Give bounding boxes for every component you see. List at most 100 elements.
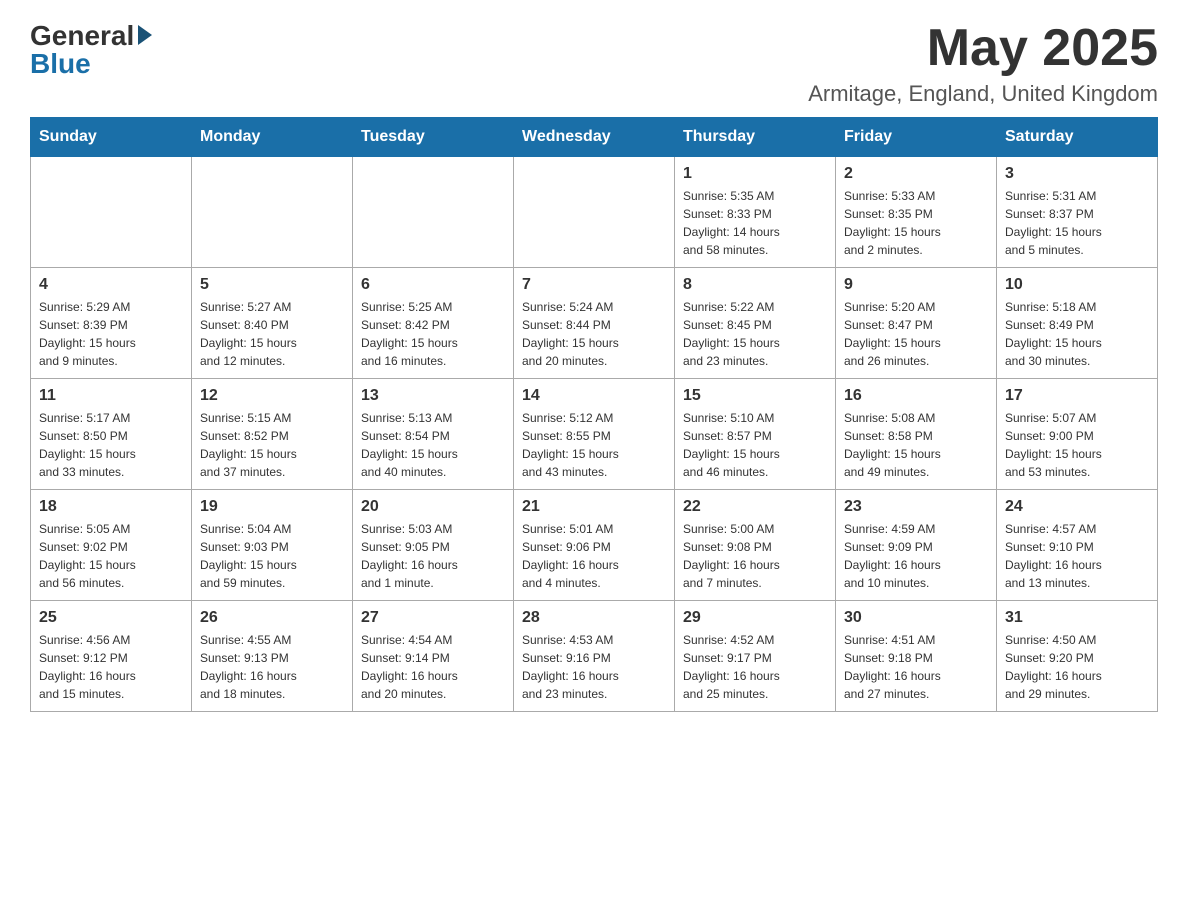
- weekday-header-wednesday: Wednesday: [514, 118, 675, 157]
- calendar-cell: 2Sunrise: 5:33 AM Sunset: 8:35 PM Daylig…: [836, 157, 997, 268]
- calendar-cell: 23 Sunrise: 4:59 AM Sunset: 9:09 PM Dayli…: [836, 490, 997, 601]
- day-info: Sunrise: 5:35 AM Sunset: 8:33 PM Dayligh…: [683, 187, 827, 259]
- day-info: Sunrise: 5:05 AM Sunset: 9:02 PM Dayligh…: [39, 520, 183, 592]
- calendar-cell: [514, 157, 675, 268]
- day-number: 29: [683, 609, 827, 627]
- day-info: Sunrise: 4:53 AM Sunset: 9:16 PM Dayligh…: [522, 631, 666, 703]
- day-number: 11: [39, 387, 183, 405]
- day-number: 9: [844, 276, 988, 294]
- day-info: Sunrise: 5:22 AM Sunset: 8:45 PM Dayligh…: [683, 298, 827, 370]
- day-info: Sunrise: 5:00 AM Sunset: 9:08 PM Dayligh…: [683, 520, 827, 592]
- calendar-cell: 8 Sunrise: 5:22 AM Sunset: 8:45 PM Daylig…: [675, 268, 836, 379]
- page-header: General Blue May 2025 Armitage, England,…: [30, 20, 1158, 107]
- day-info: Sunrise: 5:03 AM Sunset: 9:05 PM Dayligh…: [361, 520, 505, 592]
- day-info: Sunrise: 4:54 AM Sunset: 9:14 PM Dayligh…: [361, 631, 505, 703]
- day-number: 24: [1005, 498, 1149, 516]
- calendar-table: SundayMondayTuesdayWednesdayThursdayFrid…: [30, 117, 1158, 712]
- day-info: Sunrise: 4:50 AM Sunset: 9:20 PM Dayligh…: [1005, 631, 1149, 703]
- weekday-header-sunday: Sunday: [31, 118, 192, 157]
- calendar-cell: 5 Sunrise: 5:27 AM Sunset: 8:40 PM Daylig…: [192, 268, 353, 379]
- logo-blue-text: Blue: [30, 48, 91, 80]
- day-number: 25: [39, 609, 183, 627]
- day-number: 13: [361, 387, 505, 405]
- day-info: Sunrise: 5:29 AM Sunset: 8:39 PM Dayligh…: [39, 298, 183, 370]
- day-info: Sunrise: 4:57 AM Sunset: 9:10 PM Dayligh…: [1005, 520, 1149, 592]
- day-number: 26: [200, 609, 344, 627]
- day-info: Sunrise: 5:27 AM Sunset: 8:40 PM Dayligh…: [200, 298, 344, 370]
- calendar-cell: 14 Sunrise: 5:12 AM Sunset: 8:55 PM Dayli…: [514, 379, 675, 490]
- logo-arrow-icon: [138, 25, 152, 45]
- calendar-week-row: 11 Sunrise: 5:17 AM Sunset: 8:50 PM Dayli…: [31, 379, 1158, 490]
- day-info: Sunrise: 5:17 AM Sunset: 8:50 PM Dayligh…: [39, 409, 183, 481]
- day-info: Sunrise: 5:12 AM Sunset: 8:55 PM Dayligh…: [522, 409, 666, 481]
- calendar-cell: 16 Sunrise: 5:08 AM Sunset: 8:58 PM Dayli…: [836, 379, 997, 490]
- day-info: Sunrise: 4:59 AM Sunset: 9:09 PM Dayligh…: [844, 520, 988, 592]
- day-info: Sunrise: 5:24 AM Sunset: 8:44 PM Dayligh…: [522, 298, 666, 370]
- day-number: 27: [361, 609, 505, 627]
- day-info: Sunrise: 5:04 AM Sunset: 9:03 PM Dayligh…: [200, 520, 344, 592]
- day-info: Sunrise: 5:01 AM Sunset: 9:06 PM Dayligh…: [522, 520, 666, 592]
- day-number: 8: [683, 276, 827, 294]
- day-info: Sunrise: 4:56 AM Sunset: 9:12 PM Dayligh…: [39, 631, 183, 703]
- calendar-week-row: 18Sunrise: 5:05 AM Sunset: 9:02 PM Dayli…: [31, 490, 1158, 601]
- calendar-cell: 15 Sunrise: 5:10 AM Sunset: 8:57 PM Dayli…: [675, 379, 836, 490]
- day-number: 31: [1005, 609, 1149, 627]
- calendar-cell: 9 Sunrise: 5:20 AM Sunset: 8:47 PM Daylig…: [836, 268, 997, 379]
- calendar-cell: 17Sunrise: 5:07 AM Sunset: 9:00 PM Dayli…: [997, 379, 1158, 490]
- calendar-cell: 20Sunrise: 5:03 AM Sunset: 9:05 PM Dayli…: [353, 490, 514, 601]
- day-info: Sunrise: 5:15 AM Sunset: 8:52 PM Dayligh…: [200, 409, 344, 481]
- day-number: 6: [361, 276, 505, 294]
- day-number: 23: [844, 498, 988, 516]
- calendar-cell: 29Sunrise: 4:52 AM Sunset: 9:17 PM Dayli…: [675, 601, 836, 712]
- day-number: 21: [522, 498, 666, 516]
- calendar-cell: 3Sunrise: 5:31 AM Sunset: 8:37 PM Daylig…: [997, 157, 1158, 268]
- day-number: 5: [200, 276, 344, 294]
- day-number: 16: [844, 387, 988, 405]
- calendar-cell: [192, 157, 353, 268]
- weekday-header-saturday: Saturday: [997, 118, 1158, 157]
- day-info: Sunrise: 5:07 AM Sunset: 9:00 PM Dayligh…: [1005, 409, 1149, 481]
- day-info: Sunrise: 5:33 AM Sunset: 8:35 PM Dayligh…: [844, 187, 988, 259]
- day-info: Sunrise: 5:18 AM Sunset: 8:49 PM Dayligh…: [1005, 298, 1149, 370]
- calendar-cell: 10 Sunrise: 5:18 AM Sunset: 8:49 PM Dayli…: [997, 268, 1158, 379]
- calendar-cell: 25 Sunrise: 4:56 AM Sunset: 9:12 PM Dayli…: [31, 601, 192, 712]
- calendar-cell: 22 Sunrise: 5:00 AM Sunset: 9:08 PM Dayli…: [675, 490, 836, 601]
- day-info: Sunrise: 5:25 AM Sunset: 8:42 PM Dayligh…: [361, 298, 505, 370]
- weekday-header-tuesday: Tuesday: [353, 118, 514, 157]
- calendar-header-row: SundayMondayTuesdayWednesdayThursdayFrid…: [31, 118, 1158, 157]
- day-number: 30: [844, 609, 988, 627]
- calendar-cell: 30Sunrise: 4:51 AM Sunset: 9:18 PM Dayli…: [836, 601, 997, 712]
- day-number: 15: [683, 387, 827, 405]
- day-number: 14: [522, 387, 666, 405]
- calendar-cell: [31, 157, 192, 268]
- day-number: 12: [200, 387, 344, 405]
- calendar-week-row: 4 Sunrise: 5:29 AM Sunset: 8:39 PM Daylig…: [31, 268, 1158, 379]
- day-info: Sunrise: 5:10 AM Sunset: 8:57 PM Dayligh…: [683, 409, 827, 481]
- calendar-cell: 13 Sunrise: 5:13 AM Sunset: 8:54 PM Dayli…: [353, 379, 514, 490]
- calendar-cell: 4 Sunrise: 5:29 AM Sunset: 8:39 PM Daylig…: [31, 268, 192, 379]
- day-number: 3: [1005, 165, 1149, 183]
- logo: General Blue: [30, 20, 152, 80]
- calendar-cell: 19Sunrise: 5:04 AM Sunset: 9:03 PM Dayli…: [192, 490, 353, 601]
- calendar-cell: 24 Sunrise: 4:57 AM Sunset: 9:10 PM Dayli…: [997, 490, 1158, 601]
- day-info: Sunrise: 5:08 AM Sunset: 8:58 PM Dayligh…: [844, 409, 988, 481]
- title-area: May 2025 Armitage, England, United Kingd…: [808, 20, 1158, 107]
- day-number: 28: [522, 609, 666, 627]
- day-info: Sunrise: 5:13 AM Sunset: 8:54 PM Dayligh…: [361, 409, 505, 481]
- calendar-cell: [353, 157, 514, 268]
- calendar-cell: 26 Sunrise: 4:55 AM Sunset: 9:13 PM Dayli…: [192, 601, 353, 712]
- weekday-header-monday: Monday: [192, 118, 353, 157]
- calendar-cell: 31 Sunrise: 4:50 AM Sunset: 9:20 PM Dayli…: [997, 601, 1158, 712]
- calendar-cell: 11 Sunrise: 5:17 AM Sunset: 8:50 PM Dayli…: [31, 379, 192, 490]
- calendar-cell: 21 Sunrise: 5:01 AM Sunset: 9:06 PM Dayli…: [514, 490, 675, 601]
- day-number: 1: [683, 165, 827, 183]
- day-number: 4: [39, 276, 183, 294]
- day-number: 22: [683, 498, 827, 516]
- day-info: Sunrise: 5:20 AM Sunset: 8:47 PM Dayligh…: [844, 298, 988, 370]
- day-info: Sunrise: 4:55 AM Sunset: 9:13 PM Dayligh…: [200, 631, 344, 703]
- calendar-week-row: 1 Sunrise: 5:35 AM Sunset: 8:33 PM Daylig…: [31, 157, 1158, 268]
- day-number: 10: [1005, 276, 1149, 294]
- calendar-cell: 12 Sunrise: 5:15 AM Sunset: 8:52 PM Dayli…: [192, 379, 353, 490]
- weekday-header-thursday: Thursday: [675, 118, 836, 157]
- calendar-week-row: 25 Sunrise: 4:56 AM Sunset: 9:12 PM Dayli…: [31, 601, 1158, 712]
